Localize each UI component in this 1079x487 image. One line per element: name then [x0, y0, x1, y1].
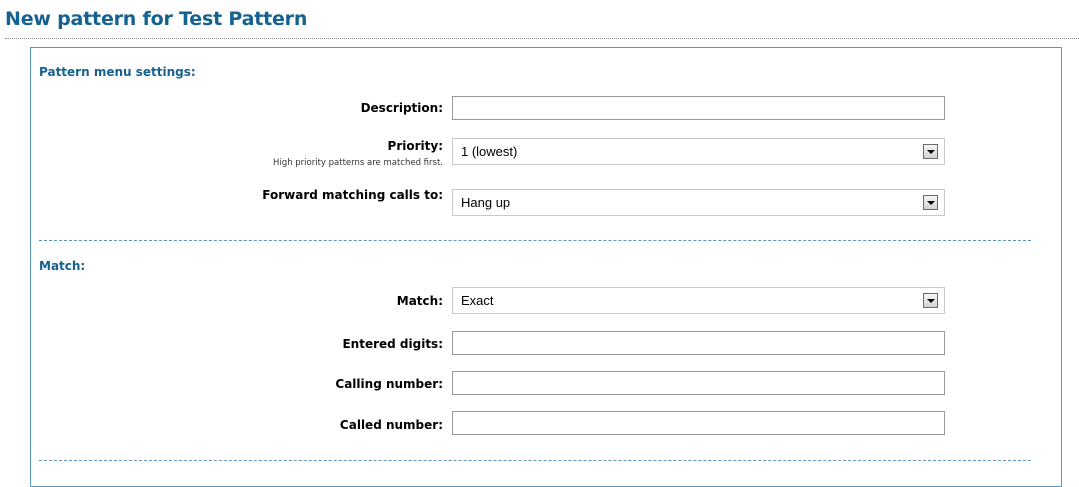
- page-title: New pattern for Test Pattern: [5, 8, 308, 30]
- title-divider: [5, 38, 1079, 39]
- entered-digits-label: Entered digits:: [342, 337, 443, 351]
- chevron-down-icon[interactable]: [923, 293, 938, 308]
- forward-selected-value: Hang up: [461, 195, 511, 210]
- match-label: Match:: [396, 294, 443, 308]
- chevron-down-icon[interactable]: [923, 144, 938, 159]
- priority-label: Priority:: [387, 139, 443, 153]
- section-heading-match: Match:: [39, 259, 86, 273]
- match-select[interactable]: Exact: [452, 287, 945, 314]
- match-selected-value: Exact: [461, 293, 494, 308]
- entered-digits-input[interactable]: [452, 331, 945, 355]
- priority-select[interactable]: 1 (lowest): [452, 138, 945, 165]
- chevron-down-icon[interactable]: [923, 195, 938, 210]
- forward-label: Forward matching calls to:: [262, 188, 443, 202]
- description-label: Description:: [360, 101, 443, 115]
- called-number-input[interactable]: [452, 411, 945, 435]
- calling-number-input[interactable]: [452, 371, 945, 395]
- priority-hint: High priority patterns are matched first…: [273, 158, 443, 168]
- section-separator: [39, 240, 1031, 241]
- priority-selected-value: 1 (lowest): [461, 144, 518, 159]
- description-input[interactable]: [452, 96, 945, 120]
- calling-number-label: Calling number:: [335, 377, 443, 391]
- called-number-label: Called number:: [339, 418, 443, 432]
- section-heading-menu-settings: Pattern menu settings:: [39, 65, 196, 79]
- section-separator: [39, 460, 1031, 461]
- forward-select[interactable]: Hang up: [452, 189, 945, 216]
